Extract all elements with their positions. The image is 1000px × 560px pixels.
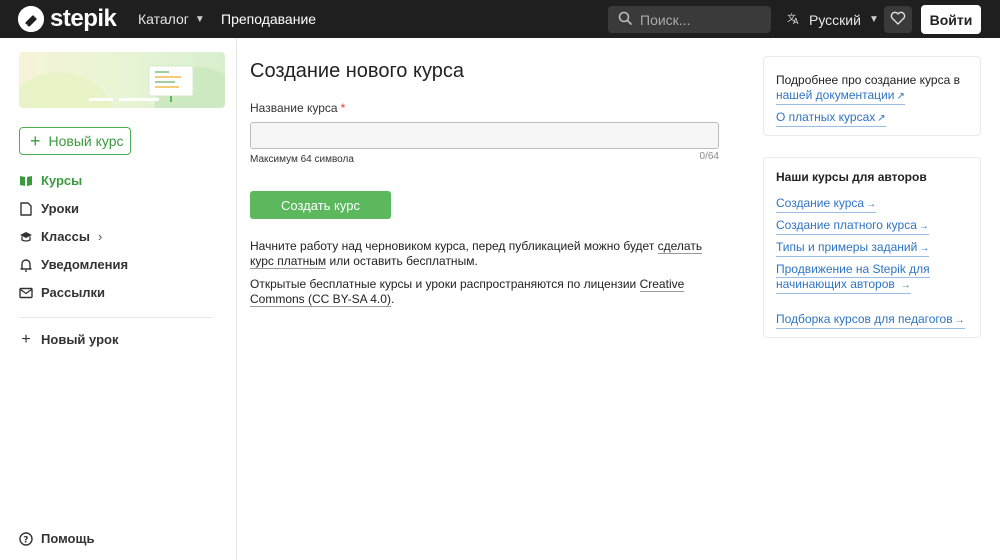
documentation-link-label: нашей документации bbox=[776, 88, 895, 102]
course-name-label: Название курса * bbox=[250, 101, 345, 115]
new-lesson-label: Новый урок bbox=[41, 332, 119, 347]
author-course-link-label: Продвижение на Stepik для bbox=[776, 262, 930, 276]
book-icon bbox=[19, 174, 33, 188]
license-info-text: Открытые бесплатные курсы и уроки распро… bbox=[250, 277, 720, 307]
language-selector[interactable]: 文A Русский ▼ bbox=[787, 11, 879, 28]
catalog-menu[interactable]: Каталог ▼ bbox=[138, 11, 205, 27]
author-course-link[interactable]: Подборка курсов для педагогов → bbox=[776, 312, 965, 329]
search-icon bbox=[618, 11, 632, 28]
author-course-link[interactable]: Типы и примеры заданий → bbox=[776, 240, 930, 257]
sidebar-item-classes[interactable]: Классы › bbox=[19, 229, 102, 244]
new-course-button[interactable]: + Новый курс bbox=[19, 127, 131, 155]
create-course-button[interactable]: Создать курс bbox=[250, 191, 391, 219]
logo-text: stepik bbox=[50, 5, 117, 32]
license-info-prefix: Открытые бесплатные курсы и уроки распро… bbox=[250, 277, 640, 291]
author-course-link[interactable]: начинающих авторов → bbox=[776, 277, 911, 294]
new-course-label: Новый курс bbox=[48, 133, 124, 149]
sidebar-item-label: Классы bbox=[41, 229, 90, 244]
author-course-link-label: Подборка курсов для педагогов bbox=[776, 312, 953, 326]
translate-icon: 文A bbox=[787, 11, 801, 28]
external-link-icon: ↗ bbox=[896, 91, 905, 102]
plus-icon: + bbox=[21, 330, 31, 348]
author-course-link-label: Создание платного курса bbox=[776, 218, 917, 232]
author-course-link[interactable]: Создание платного курса → bbox=[776, 218, 929, 235]
stepik-logo[interactable]: stepik bbox=[18, 5, 117, 32]
required-mark: * bbox=[340, 101, 346, 115]
heart-icon bbox=[890, 11, 906, 28]
sidebar-divider bbox=[19, 317, 213, 318]
wishlist-button[interactable] bbox=[884, 6, 912, 33]
sidebar-item-label: Рассылки bbox=[41, 285, 106, 300]
arrow-right-icon: → bbox=[954, 315, 965, 326]
teacher-banner-image bbox=[19, 52, 225, 108]
help-icon: ? bbox=[19, 531, 33, 546]
sidebar-item-label: Уведомления bbox=[41, 257, 129, 272]
author-course-link[interactable]: Создание курса → bbox=[776, 196, 877, 213]
language-label: Русский bbox=[809, 11, 861, 28]
paid-courses-link[interactable]: О платных курсах ↗ bbox=[776, 110, 886, 127]
documentation-link[interactable]: нашей документации ↗ bbox=[776, 88, 905, 105]
plus-icon: + bbox=[30, 131, 41, 151]
sidebar-item-label: Курсы bbox=[41, 173, 83, 188]
author-course-link-label: Создание курса bbox=[776, 196, 865, 210]
docs-panel-text: Подробнее про создание курса в bbox=[776, 73, 960, 87]
course-name-hint: Максимум 64 символа bbox=[250, 154, 354, 165]
sidebar-item-courses[interactable]: Курсы bbox=[19, 173, 82, 188]
bell-icon bbox=[19, 258, 33, 272]
graduation-cap-icon bbox=[19, 230, 33, 244]
sidebar-item-label: Уроки bbox=[41, 201, 79, 216]
arrow-right-icon: → bbox=[866, 199, 877, 210]
sidebar-item-mailings[interactable]: Рассылки bbox=[19, 285, 105, 300]
document-icon bbox=[19, 201, 33, 216]
sidebar-item-notifications[interactable]: Уведомления bbox=[19, 257, 128, 272]
arrow-right-icon: → bbox=[900, 280, 911, 291]
sidebar-item-lessons[interactable]: Уроки bbox=[19, 201, 79, 216]
teaching-link[interactable]: Преподавание bbox=[221, 11, 316, 27]
new-lesson-button[interactable]: + Новый урок bbox=[19, 330, 119, 348]
author-courses-title: Наши курсы для авторов bbox=[776, 170, 927, 184]
page-title: Создание нового курса bbox=[250, 60, 464, 82]
docs-panel: Подробнее про создание курса в нашей док… bbox=[763, 56, 981, 136]
stepik-logo-icon bbox=[18, 6, 44, 32]
author-course-link-label: Типы и примеры заданий bbox=[776, 240, 918, 254]
draft-info-text: Начните работу над черновиком курса, пер… bbox=[250, 239, 720, 269]
svg-text:?: ? bbox=[23, 535, 28, 545]
catalog-label: Каталог bbox=[138, 11, 189, 27]
draft-info-prefix: Начните работу над черновиком курса, пер… bbox=[250, 239, 658, 253]
chevron-down-icon: ▼ bbox=[868, 14, 879, 25]
top-navbar: stepik Каталог ▼ Преподавание 文A Русский… bbox=[0, 0, 1000, 38]
help-link[interactable]: ? Помощь bbox=[19, 531, 94, 546]
external-link-icon: ↗ bbox=[877, 113, 886, 124]
author-course-link[interactable]: Продвижение на Stepik для bbox=[776, 262, 930, 278]
search-input[interactable] bbox=[640, 11, 760, 28]
author-course-link-label: начинающих авторов bbox=[776, 277, 895, 291]
chevron-down-icon: ▼ bbox=[194, 13, 205, 25]
arrow-right-icon: → bbox=[919, 243, 930, 254]
draft-info-suffix: или оставить бесплатным. bbox=[326, 254, 478, 268]
author-courses-panel: Наши курсы для авторов Создание курса → С… bbox=[763, 157, 981, 338]
svg-text:A: A bbox=[793, 17, 799, 25]
course-name-label-text: Название курса bbox=[250, 101, 338, 115]
help-label: Помощь bbox=[41, 531, 95, 546]
sidebar: + Новый курс Курсы Уроки Классы › Уведом… bbox=[0, 38, 237, 560]
course-name-input[interactable] bbox=[250, 122, 719, 149]
character-counter: 0/64 bbox=[699, 151, 719, 162]
chevron-right-icon: › bbox=[98, 229, 103, 244]
mail-icon bbox=[19, 286, 33, 300]
search-box[interactable] bbox=[608, 6, 771, 33]
login-button[interactable]: Войти bbox=[921, 5, 981, 34]
license-info-suffix: . bbox=[390, 292, 395, 306]
arrow-right-icon: → bbox=[918, 221, 929, 232]
paid-courses-link-label: О платных курсах bbox=[776, 110, 876, 124]
